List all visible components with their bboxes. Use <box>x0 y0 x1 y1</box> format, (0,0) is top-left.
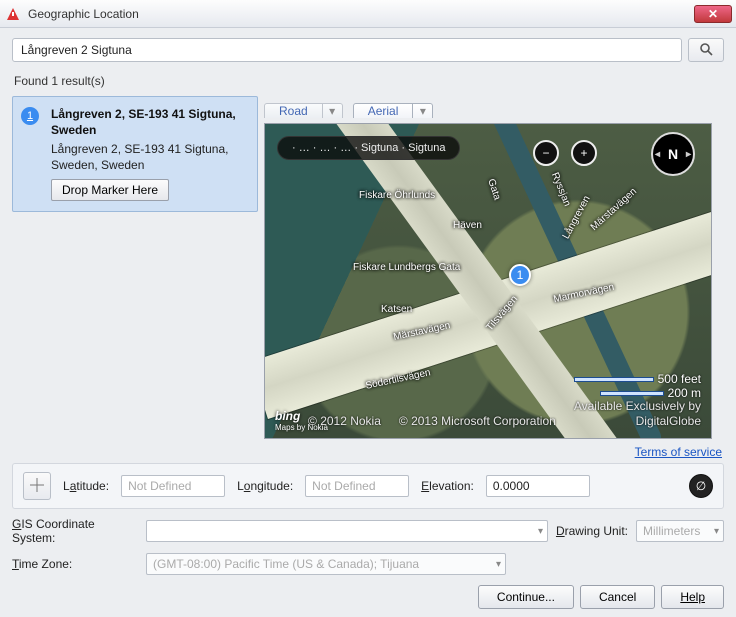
zoom-out-button[interactable]: − <box>533 140 559 166</box>
dialog-content: Found 1 result(s) 1 Långreven 2, SE-193 … <box>0 28 736 617</box>
minus-icon: − <box>542 146 549 160</box>
latitude-label: Latitude: <box>63 479 109 493</box>
elevation-label: Elevation: <box>421 479 474 493</box>
chevron-down-icon: ▾ <box>329 104 335 118</box>
drop-marker-button[interactable]: Drop Marker Here <box>51 179 169 201</box>
street-label: Katsen <box>381 304 412 315</box>
close-icon: ✕ <box>708 7 718 21</box>
lat-long-elev-group: Latitude: Longitude: Elevation: ∅ <box>12 463 724 509</box>
search-button[interactable] <box>688 38 724 62</box>
copyright-nokia: © 2012 Nokia <box>308 414 381 430</box>
tab-aerial[interactable]: Aerial ▾ <box>353 98 434 122</box>
drawing-unit-label: Drawing Unit: <box>556 524 628 538</box>
help-button[interactable]: Help <box>661 585 724 609</box>
app-icon <box>4 5 22 23</box>
collapse-results-handle[interactable]: ❮ <box>264 244 265 284</box>
result-title: Långreven 2, SE-193 41 Sigtuna, Sweden <box>51 107 247 138</box>
street-label: Fiskare Lundbergs Gata <box>353 262 460 273</box>
zoom-in-button[interactable]: + <box>571 140 597 166</box>
street-label: Häven <box>453 220 482 231</box>
terms-of-service-link[interactable]: Terms of service <box>635 445 722 459</box>
continue-button[interactable]: Continue... <box>478 585 574 609</box>
tab-road-label: Road <box>264 103 323 118</box>
longitude-input[interactable] <box>305 475 409 497</box>
map-copyright: © 2012 Nokia © 2013 Microsoft Corporatio… <box>308 399 701 430</box>
latitude-input[interactable] <box>121 475 225 497</box>
elevation-input[interactable] <box>486 475 590 497</box>
results-and-map: 1 Långreven 2, SE-193 41 Sigtuna, Sweden… <box>12 96 724 439</box>
timezone-label: Time Zone: <box>12 557 138 571</box>
gis-row: GIS Coordinate System: Drawing Unit: Mil… <box>12 517 724 545</box>
tab-road[interactable]: Road ▾ <box>264 98 343 122</box>
tab-aerial-dropdown[interactable]: ▾ <box>413 103 433 118</box>
copyright-dg: Available Exclusively by DigitalGlobe <box>574 399 701 430</box>
map-viewport[interactable]: Fiskare Öhrlunds Gata Häven Ryssjan Lång… <box>264 123 712 439</box>
terms-of-service-row: Terms of service <box>12 439 724 463</box>
map-scalebar: 500 feet 200 m <box>571 372 701 400</box>
timezone-row: Time Zone: (GMT-08:00) Pacific Time (US … <box>12 553 724 575</box>
close-button[interactable]: ✕ <box>694 5 732 23</box>
results-count: Found 1 result(s) <box>14 74 724 88</box>
map-tabs: Road ▾ Aerial ▾ <box>264 96 724 122</box>
crosshair-icon <box>30 478 44 495</box>
gis-select[interactable] <box>146 520 548 542</box>
result-card[interactable]: 1 Långreven 2, SE-193 41 Sigtuna, Sweden… <box>12 96 258 212</box>
search-icon <box>699 42 713 59</box>
search-input[interactable] <box>12 38 682 62</box>
dialog-button-row: Continue... Cancel Help <box>12 585 724 609</box>
street-label: Fiskare Öhrlunds <box>359 190 435 201</box>
chevron-down-icon: ▾ <box>420 104 426 118</box>
window-title: Geographic Location <box>28 7 694 21</box>
scale-feet: 500 feet <box>658 372 701 386</box>
results-panel: 1 Långreven 2, SE-193 41 Sigtuna, Sweden… <box>12 96 258 439</box>
title-bar: Geographic Location ✕ <box>0 0 736 28</box>
tab-road-dropdown[interactable]: ▾ <box>323 103 343 118</box>
map-marker[interactable]: 1 <box>509 264 531 286</box>
search-row <box>12 38 724 62</box>
result-number-badge: 1 <box>21 107 39 125</box>
result-subtitle: Långreven 2, SE-193 41 Sigtuna, Sweden, … <box>51 142 247 173</box>
tab-aerial-label: Aerial <box>353 103 414 118</box>
map-column: Road ▾ Aerial ▾ Fiskare Öhrlunds Gata Hä… <box>264 96 724 439</box>
gis-label: GIS Coordinate System: <box>12 517 138 545</box>
plus-icon: + <box>580 146 587 160</box>
reset-button[interactable]: ∅ <box>689 474 713 498</box>
slash-icon: ∅ <box>696 479 706 493</box>
drawing-unit-select[interactable]: Millimeters <box>636 520 724 542</box>
timezone-select[interactable]: (GMT-08:00) Pacific Time (US & Canada); … <box>146 553 506 575</box>
map-breadcrumb[interactable]: · … · … · … · Sigtuna · Sigtuna <box>277 136 460 160</box>
longitude-label: Longitude: <box>237 479 293 493</box>
copyright-ms: © 2013 Microsoft Corporation <box>399 414 556 430</box>
compass-control[interactable]: N <box>651 132 695 176</box>
cancel-button[interactable]: Cancel <box>580 585 655 609</box>
pick-point-button[interactable] <box>23 472 51 500</box>
